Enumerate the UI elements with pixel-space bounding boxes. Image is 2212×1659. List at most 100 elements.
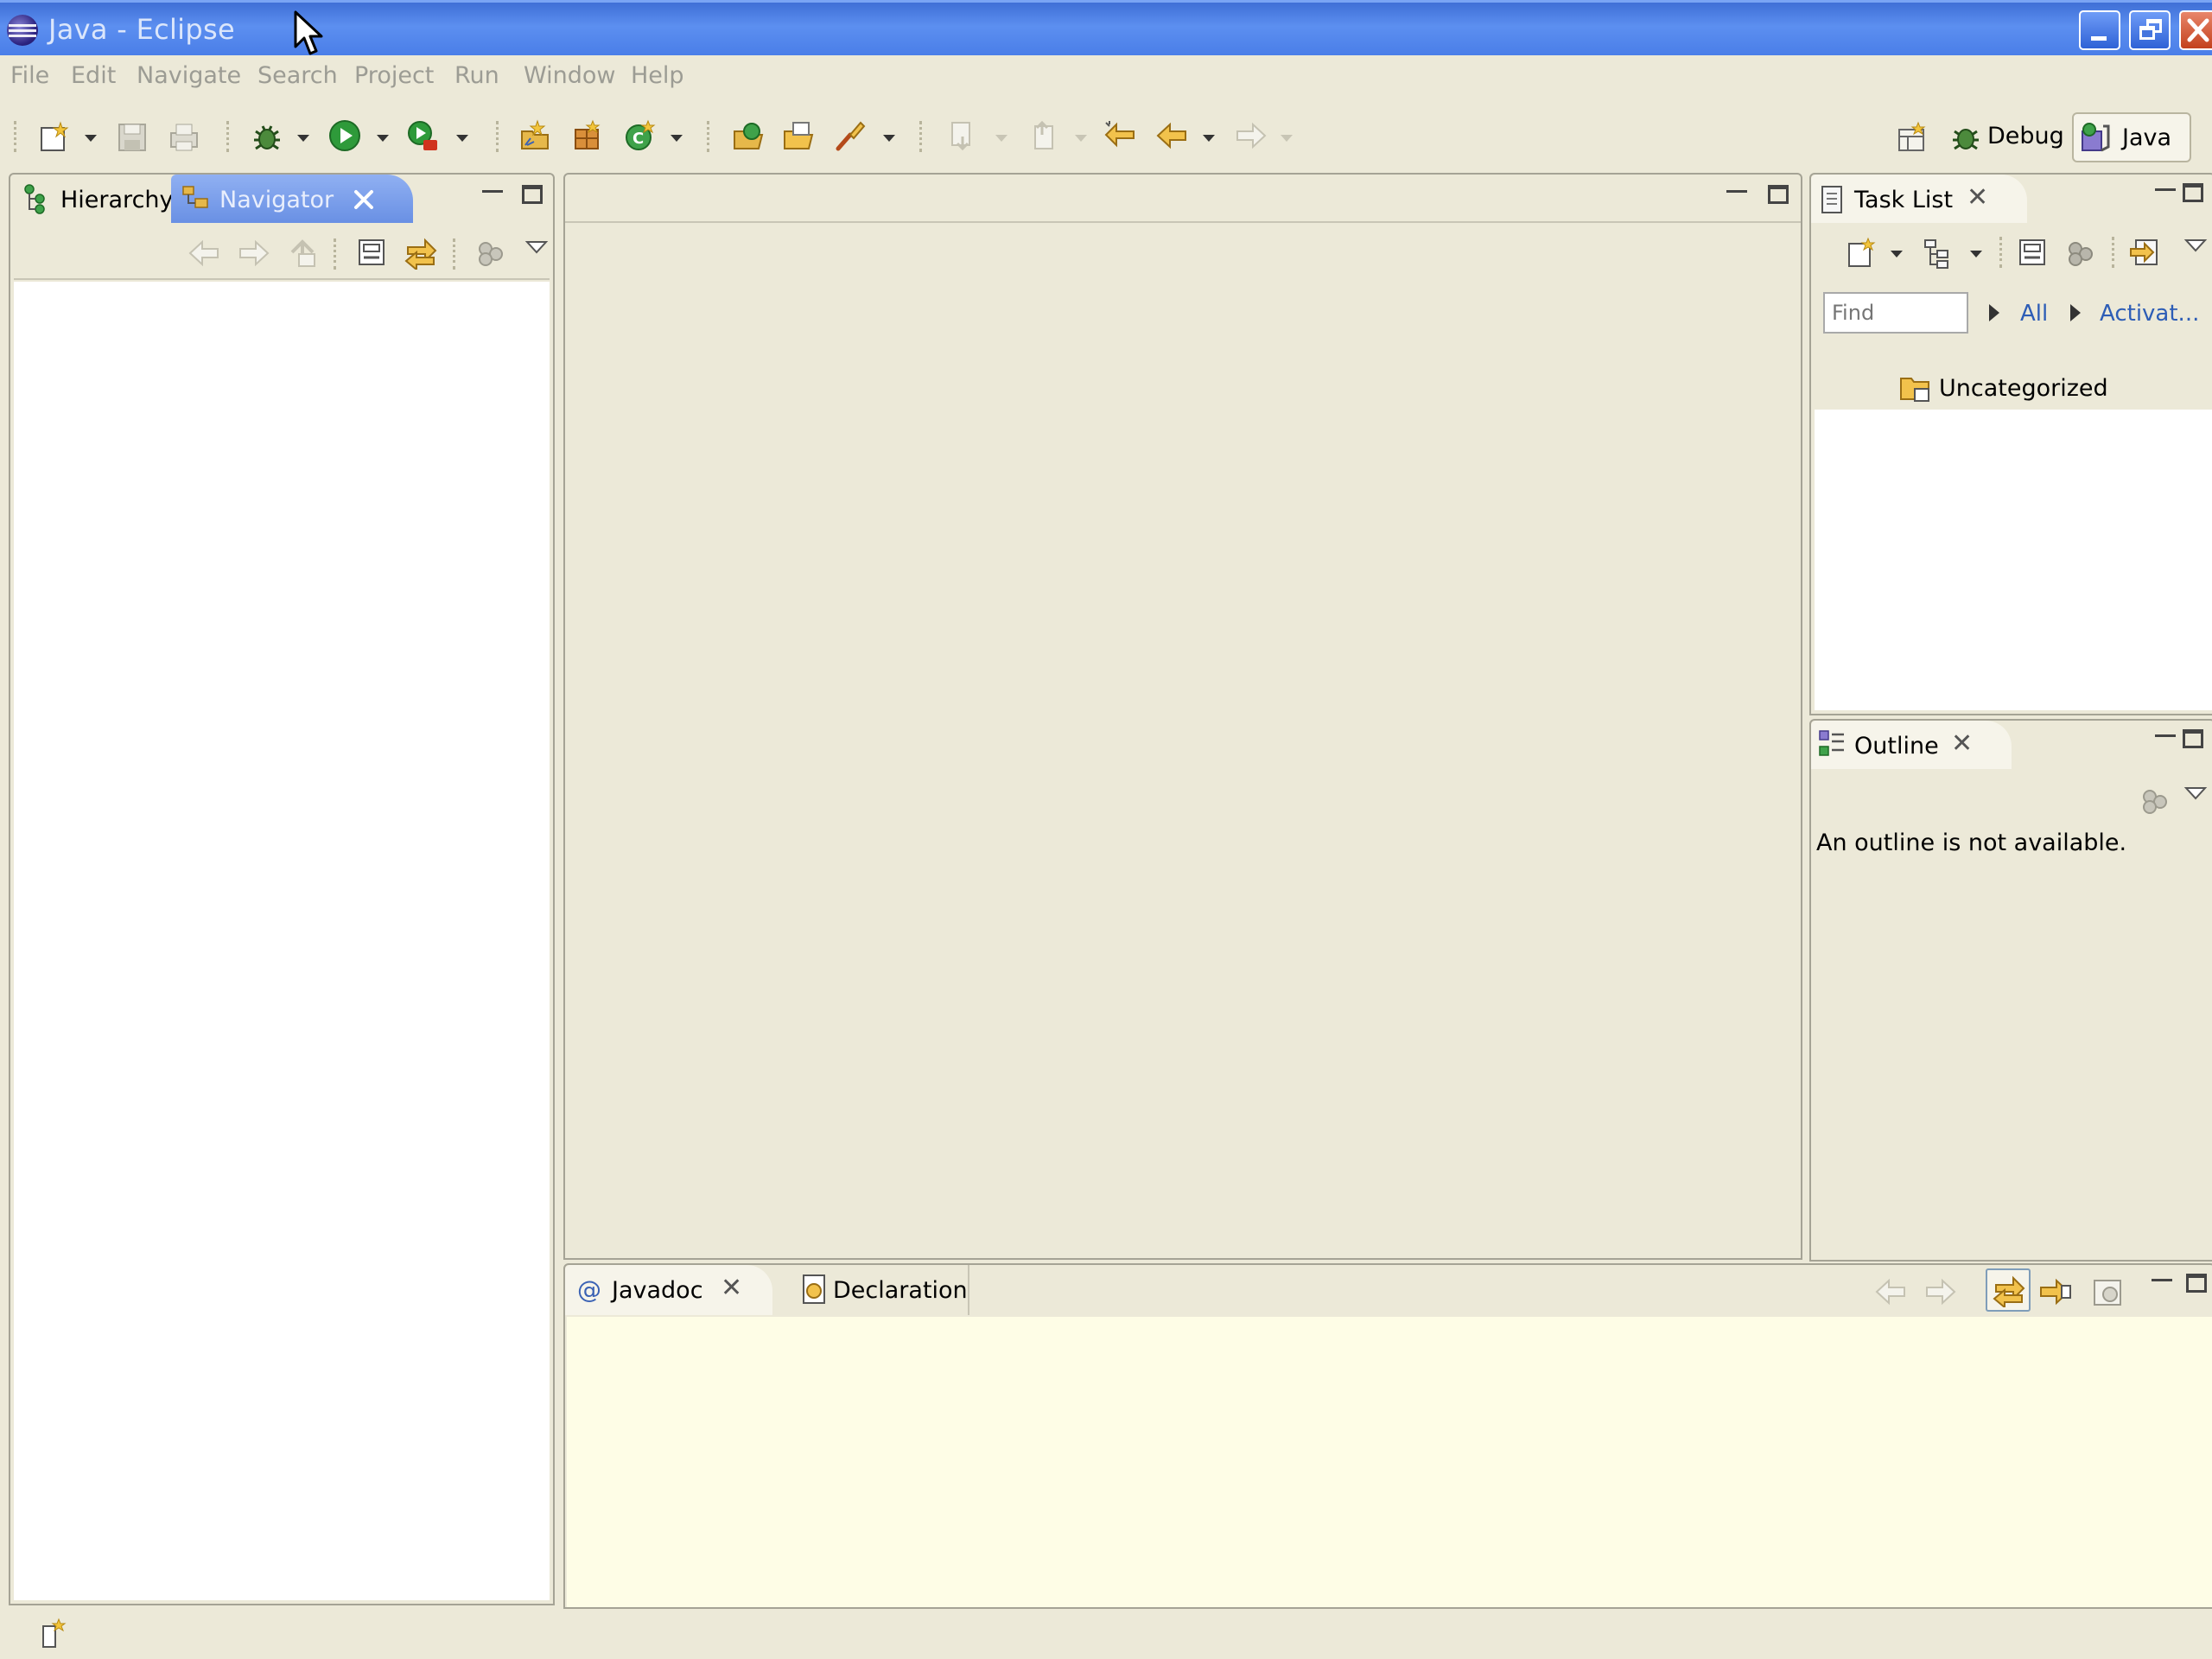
restore-button[interactable]	[2129, 10, 2171, 50]
maximize-view-button[interactable]	[522, 185, 543, 204]
expand-arrow-icon[interactable]	[2069, 302, 2082, 323]
menu-help[interactable]: Help	[631, 62, 684, 89]
tab-task-list[interactable]: Task List ✕	[1811, 175, 2027, 223]
search-icon[interactable]	[835, 119, 868, 152]
close-button[interactable]	[2179, 10, 2212, 50]
filters-icon[interactable]	[2139, 785, 2172, 817]
back-icon[interactable]	[1875, 1275, 1908, 1308]
minimize-editor-button[interactable]	[1726, 190, 1747, 194]
external-tools-dropdown[interactable]	[456, 135, 468, 142]
next-annotation-icon[interactable]	[947, 119, 980, 152]
filters-icon[interactable]	[475, 237, 508, 270]
open-type-icon[interactable]	[733, 119, 766, 152]
minimize-view-button[interactable]	[482, 190, 503, 194]
filter-activate-link[interactable]: Activat...	[2100, 301, 2199, 327]
tab-javadoc-label: Javadoc	[612, 1277, 703, 1304]
tab-javadoc[interactable]: @ Javadoc ✕	[565, 1265, 772, 1315]
toolbar-separator	[496, 121, 499, 152]
new-class-icon[interactable]: C	[624, 119, 657, 152]
open-external-browser-icon[interactable]	[2091, 1275, 2124, 1308]
run-icon[interactable]	[328, 119, 361, 152]
menu-run[interactable]: Run	[454, 62, 499, 89]
open-input-icon[interactable]	[2039, 1275, 2072, 1308]
maximize-view-button[interactable]	[2183, 183, 2203, 202]
open-task-icon[interactable]	[783, 119, 816, 152]
outline-view: Outline ✕ An outline is not available.	[1809, 719, 2212, 1262]
task-list-tree: Uncategorized	[1815, 366, 2212, 710]
previous-annotation-dropdown[interactable]	[1075, 135, 1087, 142]
new-class-dropdown[interactable]	[671, 135, 683, 142]
expand-arrow-icon[interactable]	[1987, 302, 2001, 323]
back-dropdown[interactable]	[1203, 135, 1215, 142]
debug-dropdown[interactable]	[297, 135, 309, 142]
task-find-input[interactable]	[1823, 292, 1968, 334]
presentation-dropdown[interactable]	[1970, 251, 1982, 257]
close-icon[interactable]: ✕	[721, 1275, 742, 1301]
maximize-view-button[interactable]	[2183, 729, 2203, 748]
link-with-selection-toggle[interactable]	[1986, 1268, 2031, 1312]
view-menu-icon[interactable]	[2183, 781, 2209, 807]
run-dropdown[interactable]	[377, 135, 389, 142]
tab-navigator[interactable]: Navigator	[171, 175, 413, 223]
tab-hierarchy[interactable]: Hierarchy	[14, 175, 174, 223]
new-task-icon[interactable]	[1846, 237, 1878, 270]
open-perspective-icon[interactable]	[1896, 121, 1929, 154]
filter-all-link[interactable]: All	[2020, 301, 2048, 327]
external-tools-icon[interactable]	[406, 119, 439, 152]
new-java-project-icon[interactable]	[518, 119, 551, 152]
navigator-tree[interactable]	[14, 282, 550, 1600]
close-icon[interactable]: ✕	[1967, 185, 1988, 211]
next-annotation-dropdown[interactable]	[995, 135, 1007, 142]
maximize-view-button[interactable]	[2186, 1274, 2207, 1293]
minimize-view-button[interactable]	[2155, 188, 2176, 192]
declaration-icon	[803, 1274, 825, 1304]
new-task-dropdown[interactable]	[1891, 251, 1903, 257]
javadoc-content	[567, 1317, 2212, 1607]
tab-outline-label: Outline	[1854, 733, 1939, 760]
close-icon[interactable]: ✕	[1951, 731, 1973, 757]
task-list-tabs: Task List ✕	[1811, 175, 2212, 223]
menu-file[interactable]: File	[10, 62, 49, 89]
save-icon[interactable]	[116, 121, 149, 154]
new-wizard-dropdown[interactable]	[85, 135, 97, 142]
synchronize-icon[interactable]	[2129, 235, 2162, 268]
close-icon[interactable]	[353, 188, 375, 211]
forward-icon[interactable]	[1923, 1275, 1956, 1308]
menu-search[interactable]: Search	[257, 62, 338, 89]
collapse-all-icon[interactable]	[2017, 237, 2050, 270]
previous-annotation-icon[interactable]	[1027, 119, 1059, 152]
menu-project[interactable]: Project	[354, 62, 434, 89]
collapse-all-icon[interactable]	[356, 237, 389, 270]
javadoc-icon: @	[577, 1275, 601, 1304]
up-icon[interactable]	[287, 237, 320, 270]
new-package-icon[interactable]	[570, 119, 603, 152]
list-item[interactable]: Uncategorized	[1815, 366, 2212, 410]
minimize-view-button[interactable]	[2152, 1279, 2172, 1282]
menu-navigate[interactable]: Navigate	[137, 62, 241, 89]
filters-icon[interactable]	[2065, 237, 2098, 270]
minimize-button[interactable]	[2079, 10, 2120, 50]
tab-task-list-label: Task List	[1854, 187, 1954, 213]
forward-icon[interactable]	[237, 237, 270, 270]
debug-icon[interactable]	[251, 121, 283, 154]
view-menu-icon[interactable]	[524, 235, 550, 261]
forward-icon[interactable]	[1234, 119, 1267, 152]
view-menu-icon[interactable]	[2183, 233, 2209, 259]
back-icon[interactable]	[1156, 119, 1189, 152]
fast-view-icon[interactable]	[38, 1618, 71, 1650]
menu-edit[interactable]: Edit	[71, 62, 116, 89]
tab-declaration[interactable]: Declaration	[791, 1265, 969, 1315]
perspective-java-button[interactable]: Java	[2072, 112, 2191, 162]
menu-window[interactable]: Window	[524, 62, 615, 89]
new-wizard-icon[interactable]	[38, 121, 71, 154]
back-icon[interactable]	[188, 237, 221, 270]
tab-outline[interactable]: Outline ✕	[1811, 721, 2012, 769]
search-dropdown[interactable]	[883, 135, 895, 142]
maximize-editor-button[interactable]	[1768, 185, 1789, 204]
print-icon[interactable]	[168, 121, 200, 154]
presentation-icon[interactable]	[1922, 237, 1955, 270]
forward-dropdown[interactable]	[1281, 135, 1293, 142]
link-with-editor-icon[interactable]	[404, 237, 437, 270]
last-edit-location-icon[interactable]	[1104, 119, 1137, 152]
minimize-view-button[interactable]	[2155, 734, 2176, 738]
